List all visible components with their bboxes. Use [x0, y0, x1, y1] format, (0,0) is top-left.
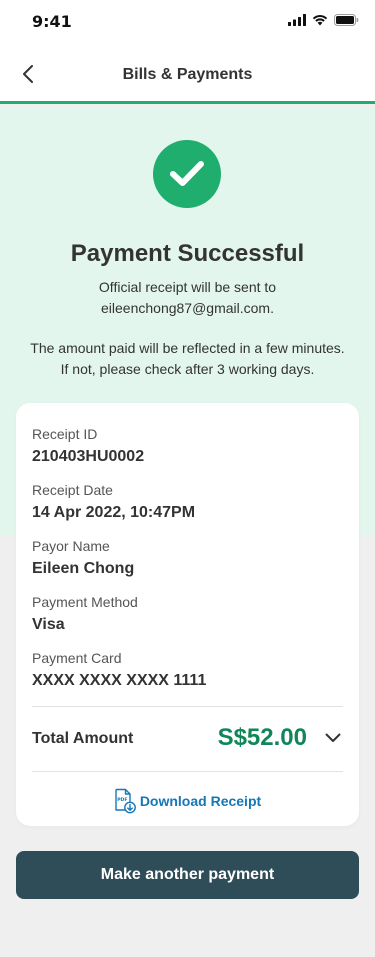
receipt-id-value: 210403HU0002 — [32, 448, 145, 465]
status-bar: 9:41 — [0, 0, 375, 46]
svg-text:PDF: PDF — [117, 797, 127, 803]
chevron-down-icon — [325, 733, 341, 742]
nav-bar: Bills & Payments — [0, 46, 375, 104]
signal-icon — [288, 14, 306, 26]
divider — [32, 771, 343, 772]
receipt-email: eileenchong87@gmail.com. — [101, 300, 274, 316]
payment-card-label: Payment Card — [32, 650, 122, 666]
status-time: 9:41 — [32, 12, 72, 31]
wifi-icon — [312, 15, 328, 26]
receipt-card: Receipt ID 210403HU0002 Receipt Date 14 … — [16, 403, 359, 826]
receipt-id-label: Receipt ID — [32, 426, 98, 442]
receipt-note-line1: Official receipt will be sent to — [98, 279, 277, 295]
pdf-download-icon: PDF — [115, 788, 136, 814]
payment-method-label: Payment Method — [32, 594, 138, 610]
total-amount-label: Total Amount — [32, 730, 134, 747]
info-line2: If not, please check after 3 working day… — [60, 361, 315, 377]
make-another-payment-button[interactable]: Make another payment — [16, 851, 359, 899]
check-icon — [170, 161, 204, 186]
payment-method-value: Visa — [32, 616, 65, 633]
payor-name-label: Payor Name — [32, 538, 110, 554]
receipt-date-value: 14 Apr 2022, 10:47PM — [32, 504, 196, 521]
total-amount-value: S$52.00 — [217, 724, 307, 751]
battery-icon — [334, 14, 359, 26]
success-badge — [153, 140, 221, 208]
divider — [32, 706, 343, 707]
page-title: Bills & Payments — [122, 66, 253, 83]
receipt-date-label: Receipt Date — [32, 482, 113, 498]
payment-card-value: XXXX XXXX XXXX 1111 — [32, 672, 207, 689]
download-receipt-label: Download Receipt — [139, 793, 262, 809]
payor-name-value: Eileen Chong — [32, 560, 135, 577]
status-icons — [288, 14, 359, 26]
download-receipt-link[interactable]: PDF Download Receipt — [16, 788, 359, 814]
info-line1: The amount paid will be reflected in a f… — [30, 340, 345, 356]
expand-total-button[interactable] — [321, 726, 345, 750]
success-title: Payment Successful — [70, 240, 305, 267]
